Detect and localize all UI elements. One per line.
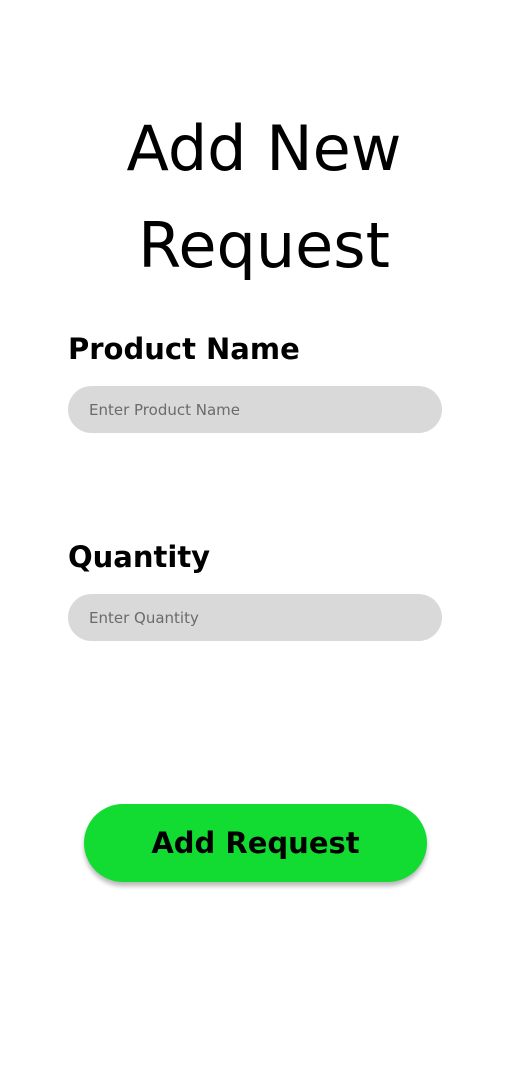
add-request-button[interactable]: Add Request [84, 804, 427, 882]
page-title-line-2: Request [138, 209, 390, 282]
page-title: Add New Request [0, 100, 511, 294]
page-title-line-1: Add New [126, 112, 402, 185]
quantity-input[interactable] [68, 594, 442, 641]
product-name-label: Product Name [68, 332, 300, 366]
quantity-label: Quantity [68, 540, 211, 574]
product-name-input[interactable] [68, 386, 442, 433]
